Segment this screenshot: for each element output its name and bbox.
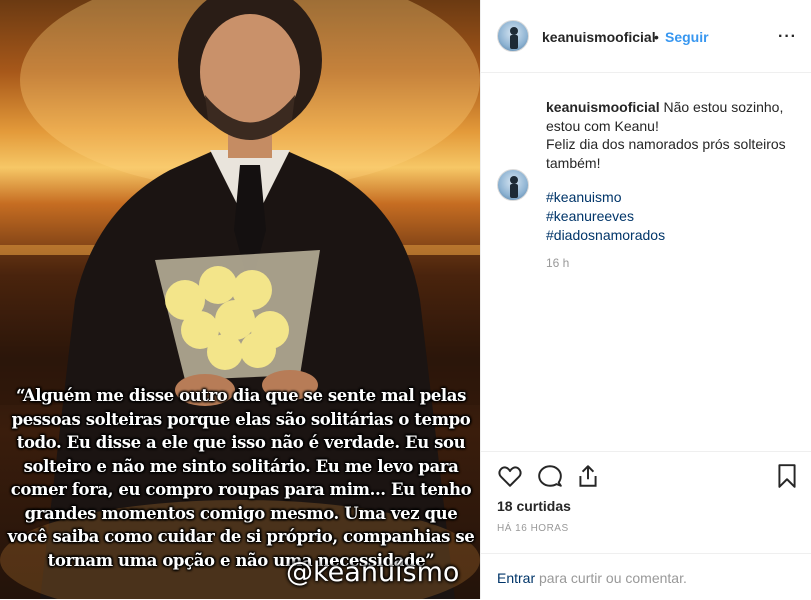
post-image[interactable]: “Alguém me disse outro dia que se sente …	[0, 0, 480, 599]
action-section: 18 curtidas HÁ 16 HORAS Entrar para curt…	[481, 451, 811, 600]
comment-icon[interactable]	[537, 463, 563, 489]
separator-dot: •	[654, 29, 659, 45]
follow-button[interactable]: Seguir	[665, 29, 709, 45]
bookmark-icon[interactable]	[774, 463, 800, 489]
avatar-silhouette-icon	[510, 27, 518, 49]
post-header: keanuismooficial • Seguir ···	[481, 0, 811, 73]
likes-count[interactable]: 18 curtidas	[497, 498, 571, 514]
login-link[interactable]: Entrar	[497, 570, 535, 586]
caption-timestamp[interactable]: 16 h	[546, 256, 569, 270]
avatar-silhouette-icon	[510, 176, 518, 198]
header-username-link[interactable]: keanuismooficial	[542, 29, 656, 45]
share-icon[interactable]	[575, 463, 601, 489]
hashtag-link[interactable]: #keanuismo	[546, 188, 665, 207]
post-sidebar: keanuismooficial • Seguir ··· keanuismoo…	[480, 0, 811, 599]
post-quote-text: “Alguém me disse outro dia que se sente …	[7, 386, 475, 570]
comment-prompt-text: para curtir ou comentar.	[535, 570, 687, 586]
post-age: HÁ 16 HORAS	[497, 523, 569, 534]
avatar[interactable]	[497, 20, 529, 52]
caption-line-2: Feliz dia dos namorados prós solteiros t…	[546, 136, 786, 171]
caption-area: keanuismooficial Não estou sozinho, esto…	[481, 73, 811, 451]
hashtag-link[interactable]: #diadosnamorados	[546, 226, 665, 245]
more-options-icon[interactable]: ···	[778, 28, 797, 46]
caption-text: keanuismooficial Não estou sozinho, esto…	[546, 98, 796, 172]
caption-avatar[interactable]	[497, 169, 529, 201]
hashtag-list: #keanuismo #keanureeves #diadosnamorados	[546, 188, 665, 245]
caption-username-link[interactable]: keanuismooficial	[546, 99, 660, 115]
watermark-text: @keanuísmo	[286, 557, 460, 588]
hashtag-link[interactable]: #keanureeves	[546, 207, 665, 226]
comment-bar: Entrar para curtir ou comentar.	[481, 553, 811, 600]
heart-icon[interactable]	[497, 463, 523, 489]
